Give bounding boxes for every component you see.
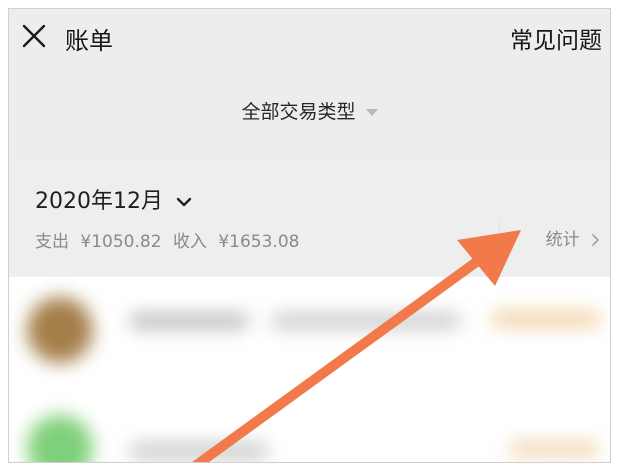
avatar (27, 297, 93, 363)
top-bar: 账单 常见问题 (9, 9, 610, 71)
list-item[interactable] (9, 285, 610, 373)
month-summary: 2020年12月 支出 ¥1050.82 收入 ¥1653.08 统计 (9, 159, 610, 277)
month-totals: 支出 ¥1050.82 收入 ¥1653.08 (35, 227, 305, 252)
blurred-amount (491, 311, 601, 327)
app-screen: 账单 常见问题 全部交易类型 2020年12月 支出 ¥1050.82 收入 ¥… (8, 8, 611, 463)
expense-label: 支出 (35, 232, 69, 252)
caret-down-icon (365, 109, 378, 116)
month-selector[interactable]: 2020年12月 (35, 183, 192, 215)
close-button[interactable] (21, 23, 47, 49)
expense-value: ¥1050.82 (80, 232, 162, 252)
divider (499, 217, 500, 247)
filter-label: 全部交易类型 (241, 101, 356, 123)
chevron-right-icon (592, 234, 599, 246)
month-label: 2020年12月 (35, 189, 163, 214)
stats-label: 统计 (545, 230, 580, 250)
faq-link[interactable]: 常见问题 (510, 21, 602, 55)
blurred-amount (509, 441, 599, 457)
page-title: 账单 (65, 27, 113, 55)
blurred-text (129, 443, 269, 459)
stats-link[interactable]: 统计 (546, 225, 600, 250)
transaction-list (9, 277, 610, 462)
blurred-text (129, 313, 249, 329)
transaction-type-filter[interactable]: 全部交易类型 (9, 97, 610, 124)
income-label: 收入 (172, 232, 207, 252)
blurred-text (271, 313, 461, 329)
close-icon (22, 24, 46, 48)
list-item[interactable] (9, 389, 610, 462)
avatar (27, 415, 93, 462)
income-value: ¥1653.08 (218, 232, 300, 252)
chevron-down-icon (176, 197, 192, 207)
